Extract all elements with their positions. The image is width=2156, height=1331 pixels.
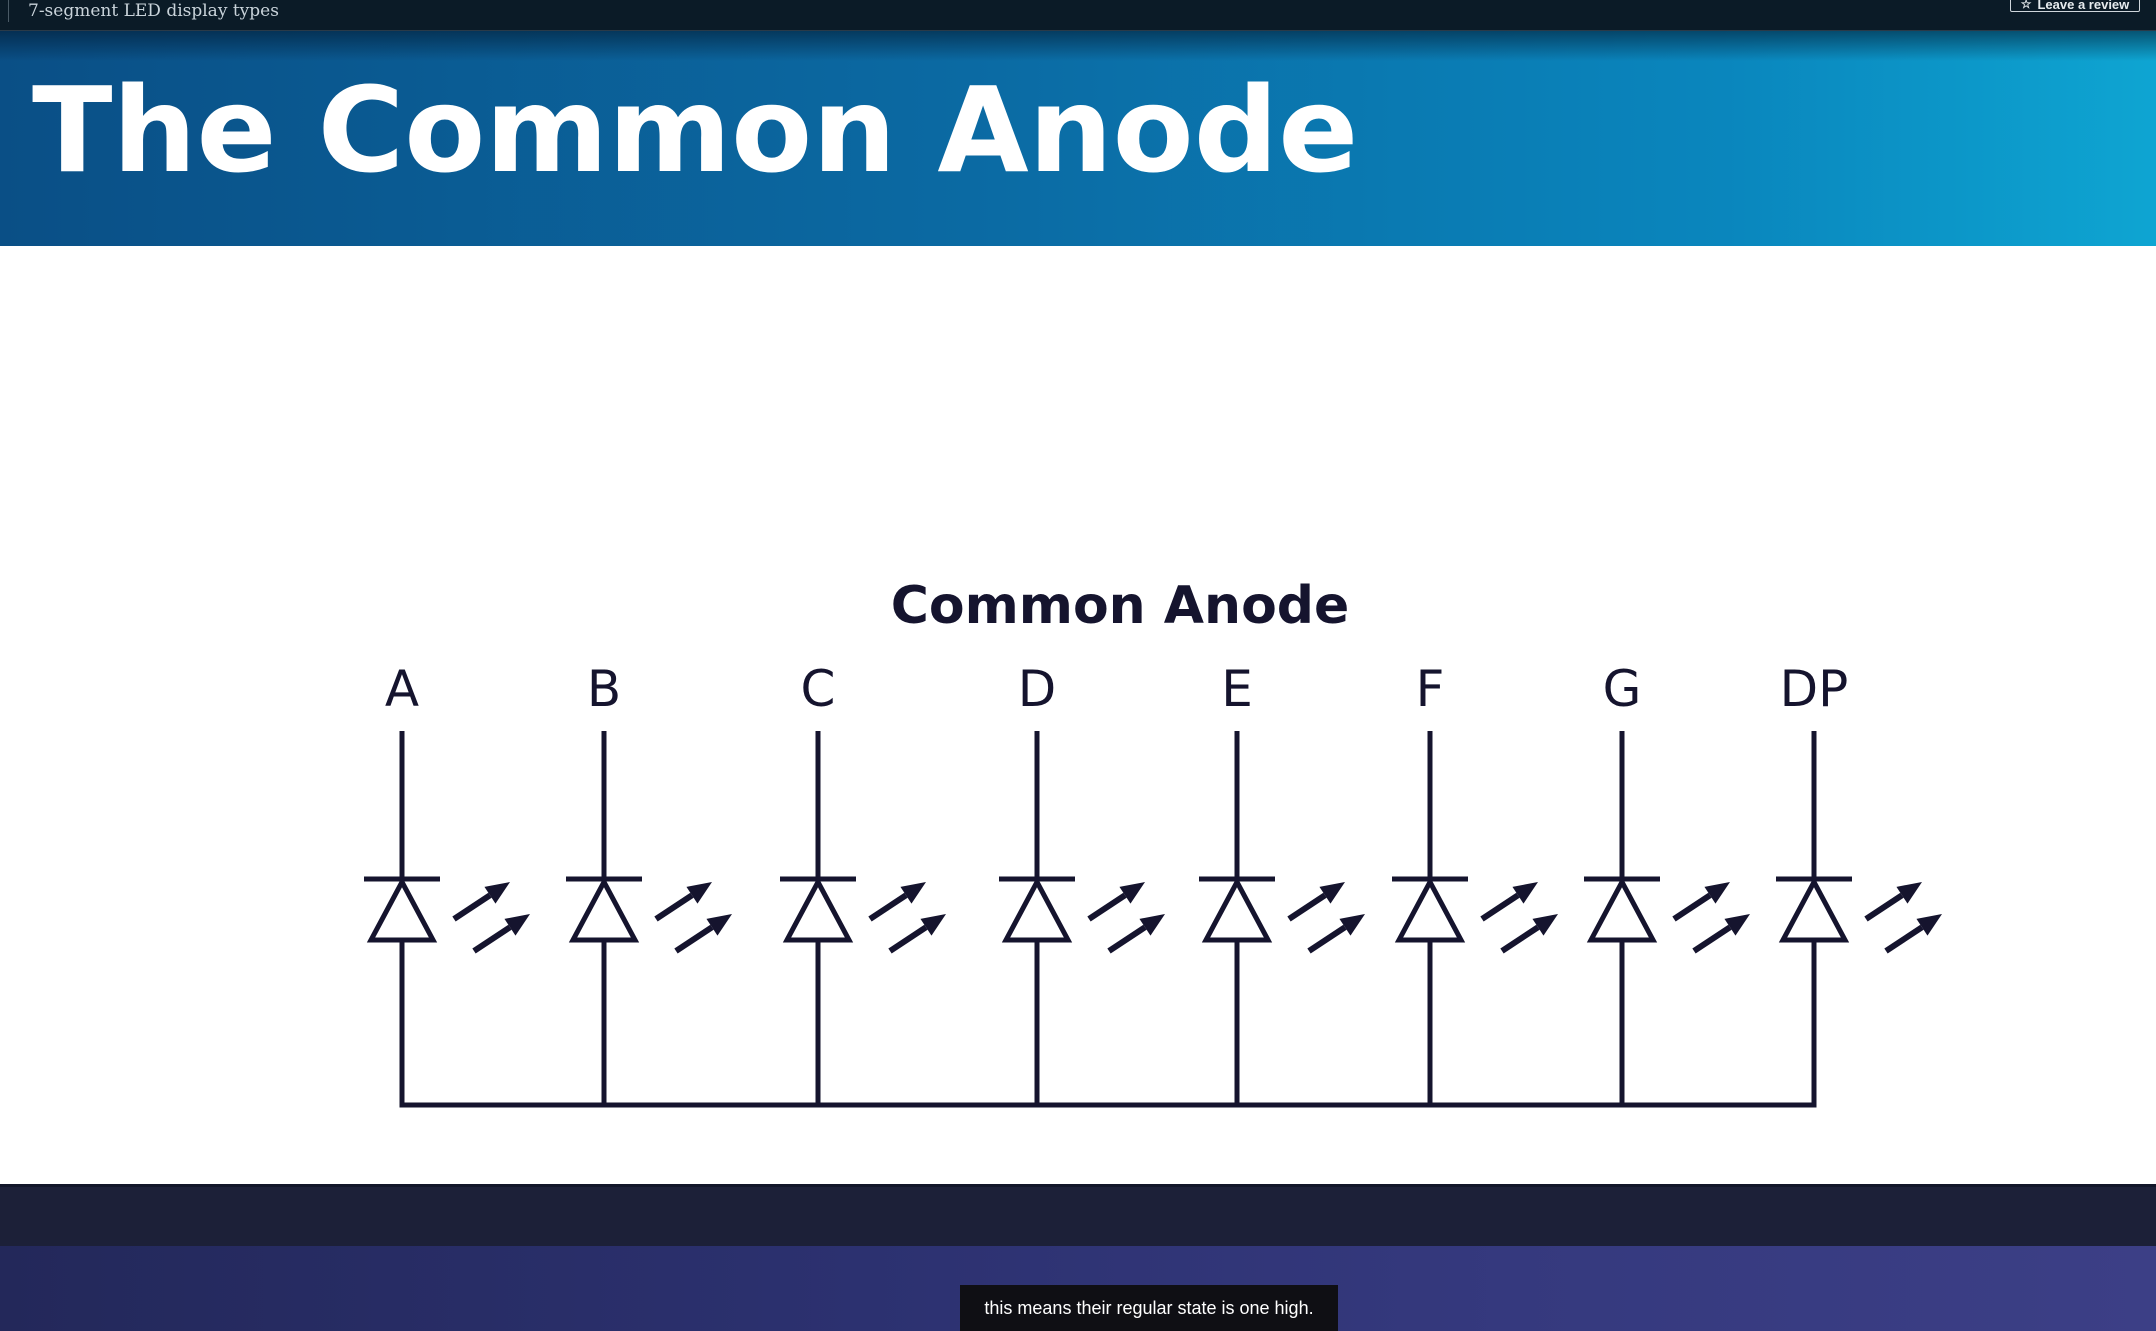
light-arrow-top-a-shaft	[452, 892, 492, 922]
light-arrow-top-c-shaft	[868, 892, 908, 922]
diagram-title: Common Anode	[891, 576, 1350, 636]
leave-review-button[interactable]: ☆ Leave a review	[2010, 0, 2140, 12]
light-arrow-bottom-dp-shaft	[1884, 924, 1924, 954]
pin-label-b: B	[587, 660, 621, 718]
light-arrow-top-g-shaft	[1672, 892, 1712, 922]
diode-triangle-d	[1001, 876, 1073, 943]
diode-triangle-a	[366, 876, 438, 943]
slide-title: The Common Anode	[32, 61, 1359, 199]
diode-triangle-dp	[1778, 876, 1850, 943]
diode-triangle-b	[568, 876, 640, 943]
light-arrow-bottom-g-shaft	[1692, 924, 1732, 954]
light-arrow-bottom-f-shaft	[1500, 924, 1540, 954]
lecture-title: 7-segment LED display types	[28, 1, 279, 21]
diode-triangle-f	[1394, 876, 1466, 943]
light-arrow-bottom-d-shaft	[1107, 924, 1147, 954]
light-arrow-top-e-shaft	[1287, 892, 1327, 922]
pin-label-dp: DP	[1780, 660, 1849, 718]
light-arrow-bottom-e-shaft	[1307, 924, 1347, 954]
light-arrow-top-dp-shaft	[1864, 892, 1904, 922]
common-anode-diagram: Common Anode A B C D E F G DP	[364, 576, 1942, 1108]
diode-triangle-c	[782, 876, 854, 943]
light-arrow-bottom-c-shaft	[888, 924, 928, 954]
leave-review-label: Leave a review	[2037, 0, 2130, 12]
slide-bottom-band	[0, 1184, 2156, 1246]
pin-label-g: G	[1603, 660, 1642, 718]
light-arrow-top-b-shaft	[654, 892, 694, 922]
divider	[8, 0, 9, 22]
diode-triangle-g	[1586, 876, 1658, 943]
pin-label-e: E	[1221, 660, 1253, 718]
pin-label-f: F	[1416, 660, 1445, 718]
light-arrow-top-d-shaft	[1087, 892, 1127, 922]
slide-header: The Common Anode	[0, 31, 2156, 246]
top-bar: 7-segment LED display types ☆ Leave a re…	[0, 0, 2156, 31]
diagram-elements: A B C D E F G DP	[364, 660, 1942, 1108]
pin-label-d: D	[1018, 660, 1057, 718]
light-arrow-bottom-a-shaft	[472, 924, 512, 954]
pin-label-a: A	[385, 660, 419, 718]
star-outline-icon: ☆	[2020, 0, 2032, 11]
slide-body: Common Anode A B C D E F G DP	[0, 246, 2156, 1184]
video-caption: this means their regular state is one hi…	[960, 1285, 1338, 1331]
diode-triangle-e	[1201, 876, 1273, 943]
pin-label-c: C	[801, 660, 836, 718]
light-arrow-top-f-shaft	[1480, 892, 1520, 922]
light-arrow-bottom-b-shaft	[674, 924, 714, 954]
